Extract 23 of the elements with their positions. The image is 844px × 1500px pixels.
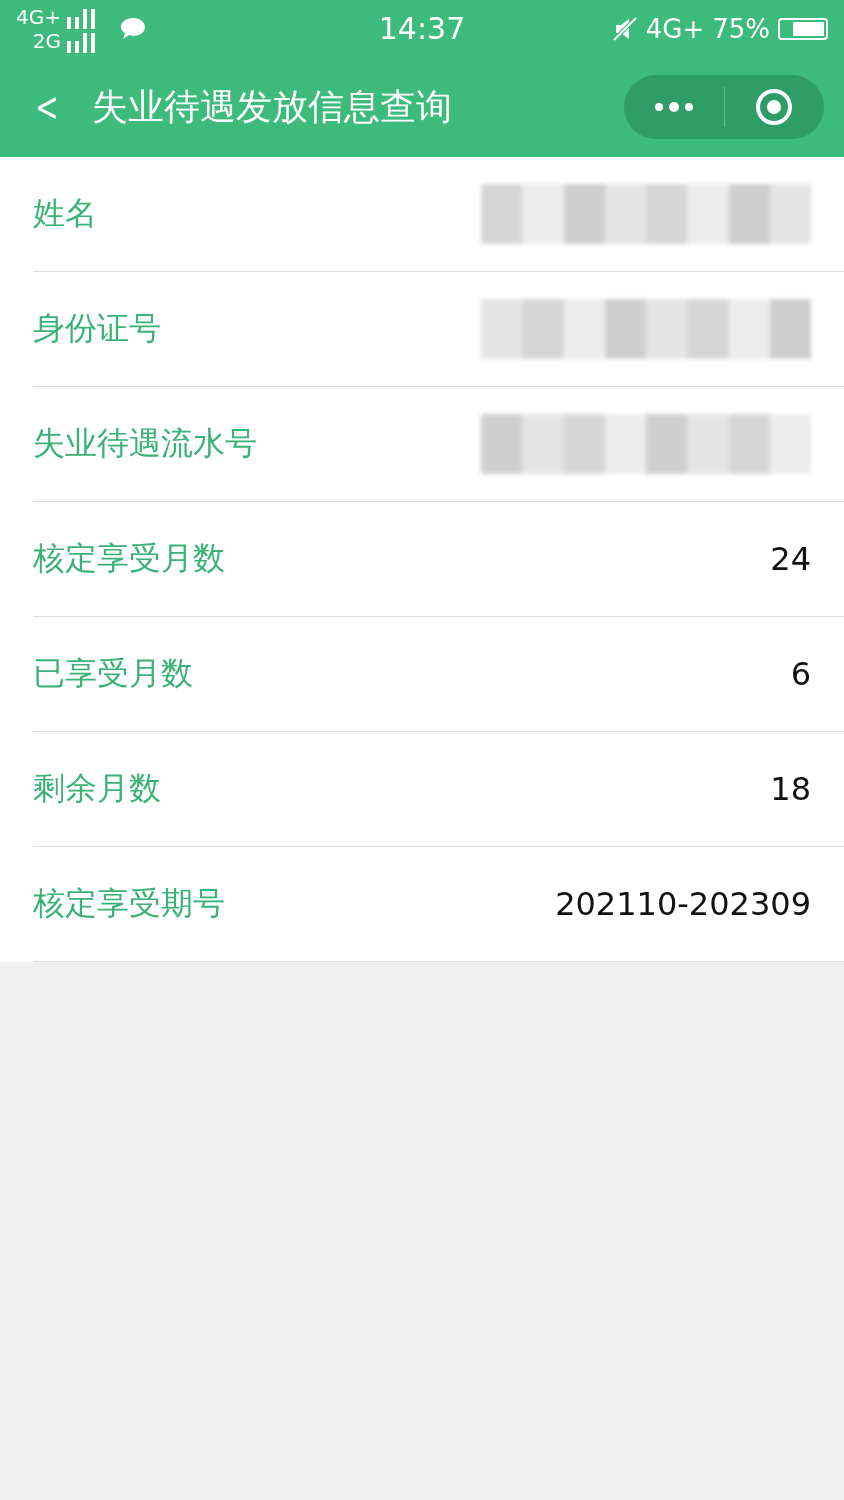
battery-percent: 75% <box>712 13 770 44</box>
field-label: 已享受月数 <box>33 653 193 694</box>
network-type: 4G+ <box>645 13 705 44</box>
field-value: 6 <box>790 655 811 693</box>
network-type: 2G <box>32 28 61 53</box>
mute-icon <box>611 15 638 42</box>
field-label: 失业待遇流水号 <box>33 423 257 464</box>
more-icon <box>653 102 694 112</box>
field-label: 身份证号 <box>33 308 161 349</box>
battery-icon <box>778 17 828 40</box>
field-value: 18 <box>770 770 811 808</box>
field-label: 剩余月数 <box>33 768 161 809</box>
field-value: 202110-202309 <box>555 885 811 923</box>
field-label: 核定享受期号 <box>33 883 225 924</box>
status-time: 14:37 <box>378 11 466 46</box>
back-button[interactable]: < <box>35 84 59 130</box>
close-icon <box>754 87 795 127</box>
field-label: 姓名 <box>33 193 97 234</box>
network-type: 4G+ <box>16 4 61 29</box>
field-value: 24 <box>770 540 811 578</box>
page-title: 失业待遇发放信息查询 <box>92 84 452 129</box>
chat-bubble-icon <box>119 15 147 42</box>
field-label: 核定享受月数 <box>33 538 225 579</box>
